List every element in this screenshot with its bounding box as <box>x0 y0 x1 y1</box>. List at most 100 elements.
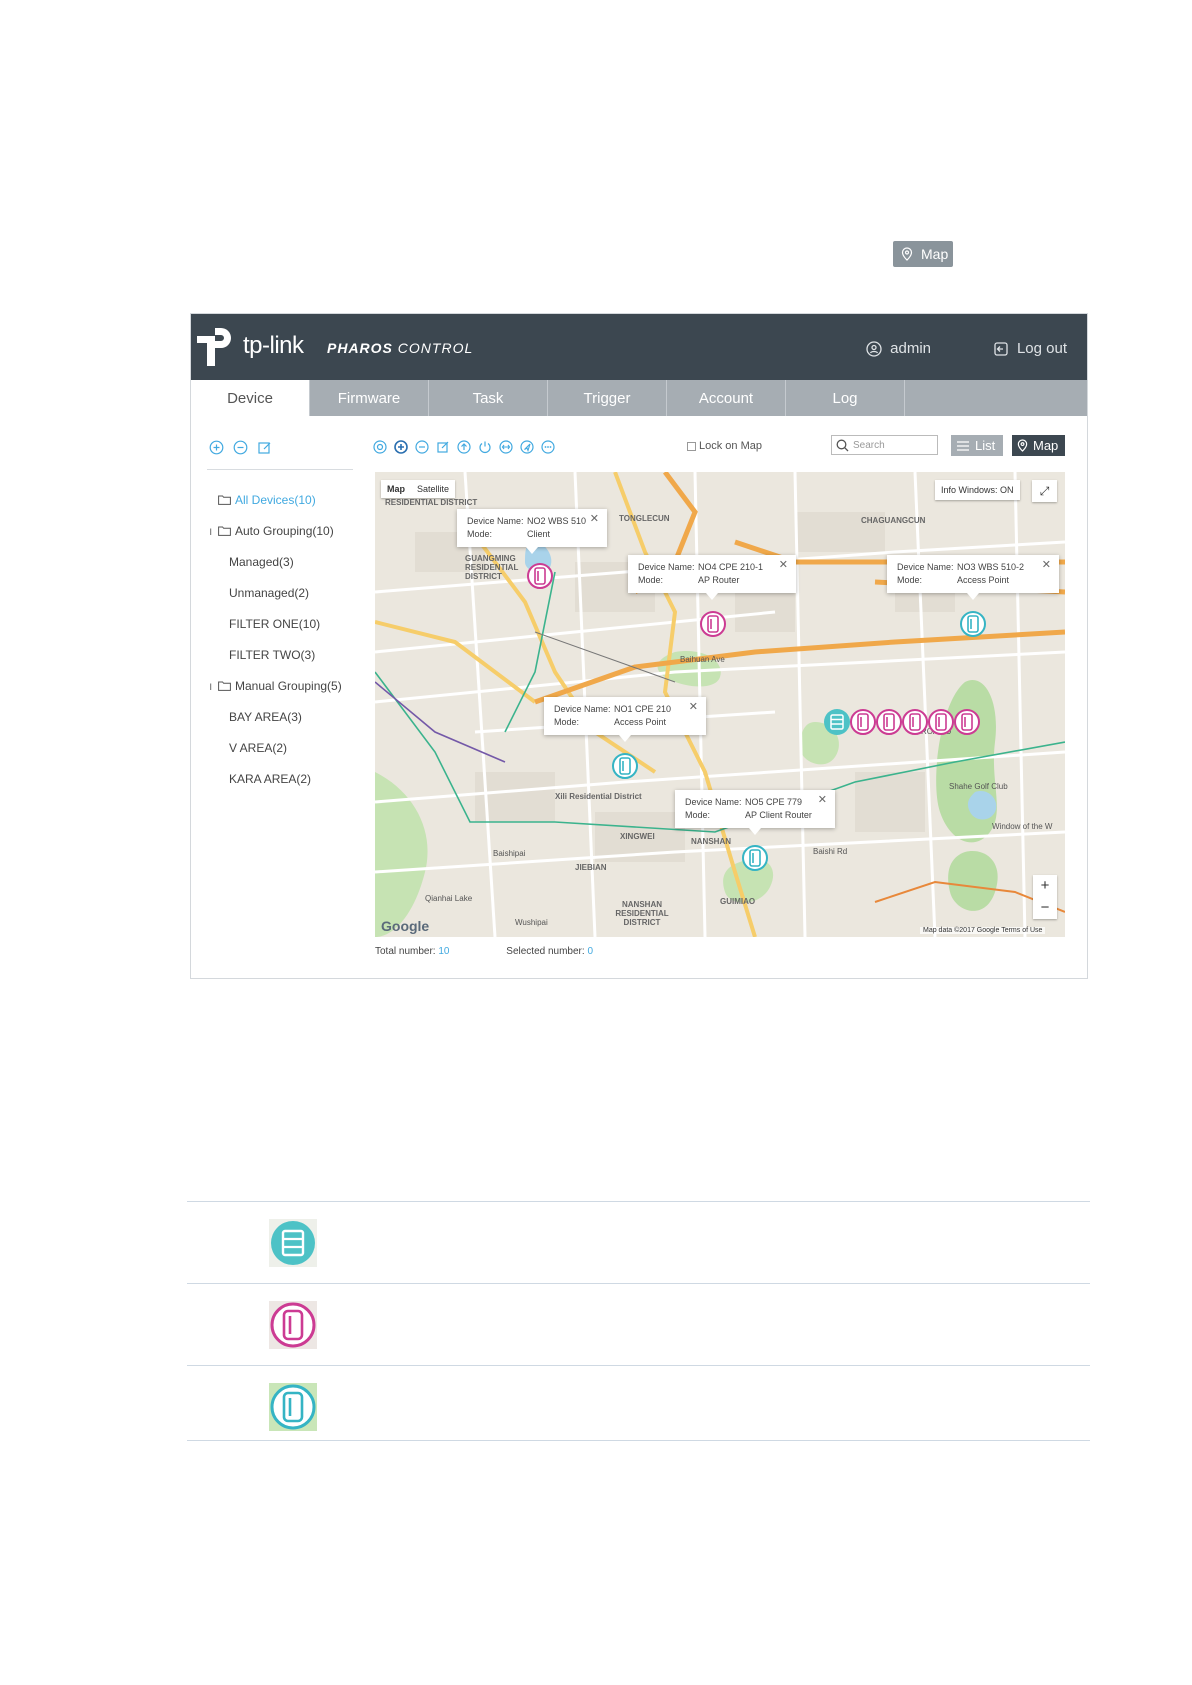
cluster-icon[interactable] <box>823 708 851 736</box>
close-icon[interactable]: ✕ <box>1042 559 1051 572</box>
map-type-map[interactable]: Map <box>381 480 411 498</box>
map-view-toggle[interactable]: Map <box>1012 435 1065 456</box>
popup-device-name: NO5 CPE 779 <box>745 797 803 807</box>
user-menu[interactable]: admin <box>866 340 931 357</box>
legend-row-online <box>187 1365 1090 1441</box>
device-online-icon[interactable] <box>959 610 987 638</box>
cluster-icon <box>269 1219 317 1267</box>
remove-device-icon[interactable] <box>415 440 429 454</box>
device-offline-icon[interactable] <box>927 708 955 736</box>
device-offline-icon[interactable] <box>849 708 877 736</box>
map-label: TONGLECUN <box>619 514 670 523</box>
tree-item[interactable]: Unmanaged(2) <box>209 577 342 608</box>
locate-icon[interactable] <box>373 440 387 454</box>
list-view-label: List <box>975 438 996 453</box>
zoom-in-button[interactable]: + <box>1033 875 1057 897</box>
legend-row-offline <box>187 1283 1090 1365</box>
tree-item[interactable]: KARA AREA(2) <box>209 763 342 794</box>
tab-firmware[interactable]: Firmware <box>310 380 429 416</box>
device-offline-icon[interactable] <box>901 708 929 736</box>
add-device-icon[interactable] <box>394 440 408 454</box>
close-icon[interactable]: ✕ <box>818 794 827 807</box>
map-label: Xili Residential District <box>555 792 642 801</box>
map-label: Baishipai <box>493 849 526 858</box>
list-icon <box>957 440 969 451</box>
popup-device-mode: Access Point <box>957 575 1010 585</box>
tree-item-label: BAY AREA(3) <box>229 709 302 724</box>
popup-device-name: NO2 WBS 510 <box>527 516 587 526</box>
map-label: Wushipai <box>515 918 548 927</box>
device-info-window: ✕ Device Name: NO5 CPE 779 Mode: AP Client… <box>675 790 835 835</box>
popup-name-key: Device Name: <box>638 562 695 572</box>
map-view-button[interactable]: Map <box>893 241 953 267</box>
tree-item[interactable]: FILTER ONE(10) <box>209 608 342 639</box>
close-icon[interactable]: ✕ <box>590 513 599 526</box>
device-offline-icon[interactable] <box>526 562 554 590</box>
folder-icon <box>218 526 231 536</box>
tree-item[interactable]: Managed(3) <box>209 546 342 577</box>
device-info-window: ✕ Device Name: NO1 CPE 210 Mode: Access Po… <box>544 697 706 742</box>
google-logo: Google <box>381 918 430 934</box>
popup-mode-key: Mode: <box>554 717 580 727</box>
fullscreen-button[interactable]: ⤢ <box>1032 480 1057 502</box>
tree-item[interactable]: BAY AREA(3) <box>209 701 342 732</box>
popup-name-key: Device Name: <box>554 704 611 714</box>
device-offline-icon[interactable] <box>875 708 903 736</box>
map-label: NANSHAN <box>691 837 731 846</box>
pharos-control-window: tp-link PHAROS CONTROL admin Log out Dev… <box>190 313 1088 979</box>
device-map[interactable]: Map Satellite Info Windows: ON ⤢ + − Goo… <box>375 472 1065 937</box>
tab-task[interactable]: Task <box>429 380 548 416</box>
more-icon[interactable] <box>541 440 555 454</box>
close-icon[interactable]: ✕ <box>779 559 788 572</box>
device-offline-icon[interactable] <box>699 610 727 638</box>
link-icon[interactable] <box>499 440 513 454</box>
device-group-tree: All Devices(10) ı Auto Grouping(10) Managed… <box>209 484 342 794</box>
tree-item-label: Manual Grouping(5) <box>235 678 342 693</box>
legend-row-cluster <box>187 1201 1090 1283</box>
logout-button[interactable]: Log out <box>993 340 1067 357</box>
zoom-out-button[interactable]: − <box>1033 897 1057 919</box>
popup-device-mode: Access Point <box>614 717 667 727</box>
search-input[interactable]: Search <box>831 435 938 455</box>
navigate-icon[interactable] <box>520 440 534 454</box>
lock-on-map-checkbox[interactable] <box>687 441 696 451</box>
tab-log[interactable]: Log <box>786 380 905 416</box>
expand-icon[interactable]: ı <box>209 679 214 693</box>
total-number-label: Total number: <box>375 946 436 957</box>
tree-item[interactable]: ı Auto Grouping(10) <box>209 515 342 546</box>
edit-group-icon[interactable] <box>257 440 272 455</box>
close-icon[interactable]: ✕ <box>689 701 698 714</box>
tab-account[interactable]: Account <box>667 380 786 416</box>
tree-item-label: Auto Grouping(10) <box>235 523 334 538</box>
map-label: JIEBIAN <box>575 863 607 872</box>
tree-item-label: KARA AREA(2) <box>229 771 312 786</box>
device-online-icon[interactable] <box>611 752 639 780</box>
lock-on-map-toggle[interactable]: Lock on Map <box>687 440 762 452</box>
tab-device[interactable]: Device <box>191 380 310 416</box>
map-type-satellite[interactable]: Satellite <box>411 480 455 498</box>
tree-item[interactable]: ı Manual Grouping(5) <box>209 670 342 701</box>
list-view-button[interactable]: List <box>951 435 1003 456</box>
tree-item[interactable]: V AREA(2) <box>209 732 342 763</box>
tree-item[interactable]: All Devices(10) <box>209 484 342 515</box>
group-toolbar <box>209 440 272 455</box>
device-online-icon[interactable] <box>741 844 769 872</box>
map-attribution[interactable]: Map data ©2017 Google Terms of Use <box>920 927 1046 934</box>
tab-trigger[interactable]: Trigger <box>548 380 667 416</box>
search-icon <box>836 439 849 451</box>
add-group-icon[interactable] <box>209 440 224 455</box>
expand-icon[interactable]: ı <box>209 524 214 538</box>
user-icon <box>866 340 882 357</box>
device-online-icon <box>269 1383 317 1431</box>
tree-item[interactable]: FILTER TWO(3) <box>209 639 342 670</box>
upgrade-icon[interactable] <box>457 440 471 454</box>
remove-group-icon[interactable] <box>233 440 248 455</box>
info-windows-toggle[interactable]: Info Windows: ON <box>935 480 1020 500</box>
folder-icon <box>218 681 231 691</box>
popup-name-key: Device Name: <box>685 797 742 807</box>
map-label: XINGWEI <box>620 832 655 841</box>
reboot-icon[interactable] <box>478 440 492 454</box>
device-offline-icon[interactable] <box>953 708 981 736</box>
device-info-window: ✕ Device Name: NO3 WBS 510-2 Mode: Access … <box>887 555 1059 600</box>
edit-device-icon[interactable] <box>436 440 450 454</box>
